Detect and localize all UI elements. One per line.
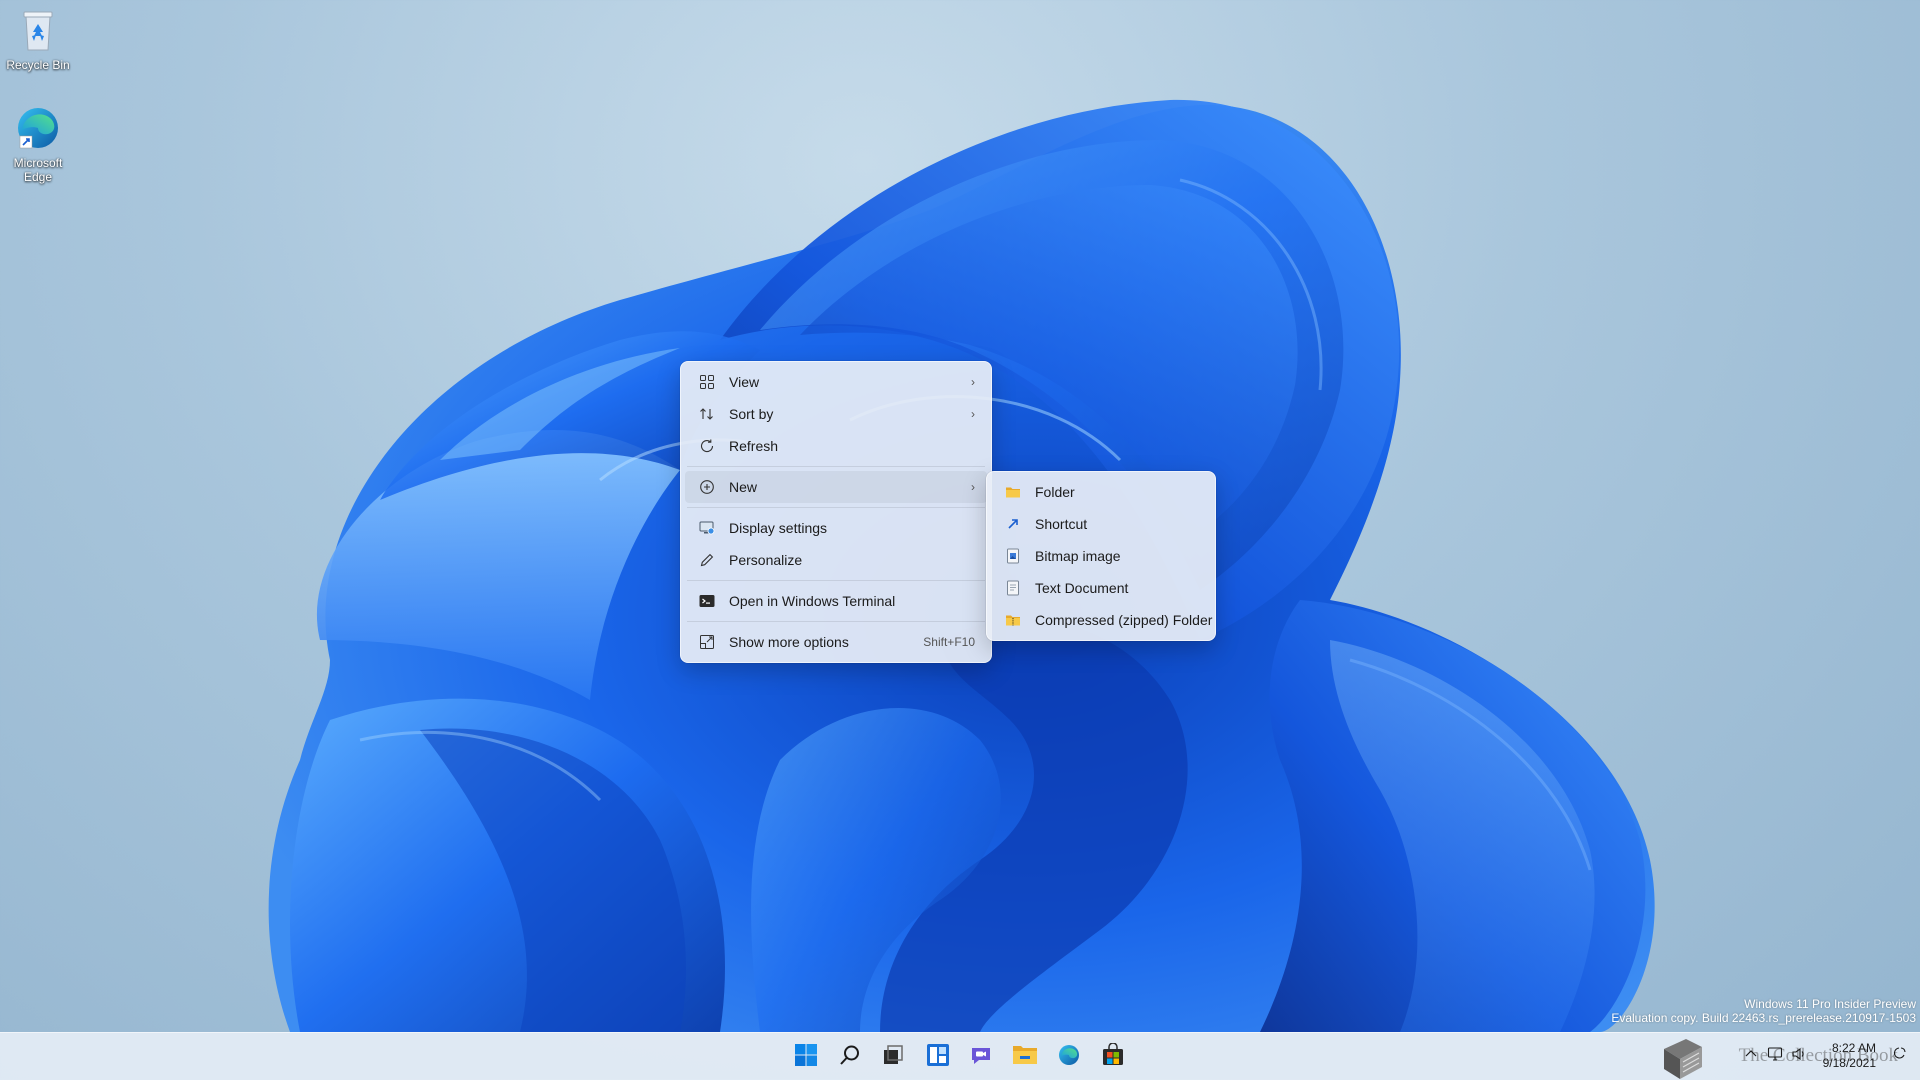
display-icon (699, 520, 715, 536)
submenu-item-bitmap-image[interactable]: Bitmap image (991, 540, 1211, 572)
show-hidden-icons-button[interactable] (1742, 1047, 1760, 1065)
chevron-right-icon: › (971, 407, 975, 421)
shortcut-icon (1005, 516, 1021, 532)
clock-time: 8:22 AM (1831, 1041, 1876, 1055)
menu-separator (687, 621, 985, 622)
pen-icon (699, 552, 715, 568)
more-options-icon (699, 634, 715, 650)
network-button[interactable] (1766, 1046, 1784, 1067)
file-explorer-button[interactable] (1005, 1039, 1045, 1075)
menu-item-label: View (729, 374, 760, 390)
terminal-icon (699, 593, 715, 609)
new-submenu: Folder Shortcut Bitmap image Text Docume… (986, 471, 1216, 641)
widgets-button[interactable] (918, 1039, 958, 1075)
book-logo-icon (1656, 1037, 1708, 1080)
chat-button[interactable] (961, 1039, 1001, 1075)
submenu-item-text-document[interactable]: Text Document (991, 572, 1211, 604)
menu-item-personalize[interactable]: Personalize (685, 544, 987, 576)
plus-circle-icon (699, 479, 715, 495)
menu-item-label: New (729, 479, 758, 495)
refresh-icon (699, 438, 715, 454)
desktop-context-menu: View › Sort by › Refresh New › Display s… (680, 361, 992, 663)
chat-icon (969, 1043, 993, 1072)
store-button[interactable] (1093, 1039, 1133, 1075)
menu-item-show-more-options[interactable]: Show more options Shift+F10 (685, 626, 987, 658)
notification-icon (1891, 1046, 1907, 1067)
desktop-icon-label: Microsoft Edge (13, 156, 63, 184)
bitmap-icon (1005, 548, 1021, 564)
menu-item-label: Compressed (zipped) Folder (1035, 612, 1213, 628)
store-icon (1101, 1041, 1125, 1072)
grid-view-icon (699, 374, 715, 390)
menu-item-open-terminal[interactable]: Open in Windows Terminal (685, 585, 987, 617)
menu-item-label: Personalize (729, 552, 803, 568)
menu-item-label: Refresh (729, 438, 779, 454)
taskbar-clock[interactable]: 8:22 AM 9/18/2021 (1823, 1041, 1876, 1071)
build-watermark: Windows 11 Pro Insider Preview Evaluatio… (1611, 997, 1916, 1025)
volume-button[interactable] (1790, 1047, 1808, 1065)
menu-separator (687, 466, 985, 467)
task-view-button[interactable] (873, 1039, 913, 1075)
keyboard-shortcut: Shift+F10 (923, 635, 975, 649)
desktop-icon-label: Recycle Bin (6, 58, 70, 72)
system-tray: The Collection Book 8:22 AM 9/18/2021 (1660, 1033, 1920, 1080)
chevron-right-icon: › (971, 375, 975, 389)
menu-item-label: Folder (1035, 484, 1075, 500)
menu-item-label: Show more options (729, 634, 849, 650)
taskbar: The Collection Book 8:22 AM 9/18/2021 (0, 1032, 1920, 1080)
start-icon (794, 1043, 818, 1072)
menu-item-refresh[interactable]: Refresh (685, 430, 987, 462)
edge-icon (14, 104, 62, 152)
folder-icon (1005, 484, 1021, 500)
chevron-up-icon (1744, 1047, 1758, 1066)
menu-item-label: Bitmap image (1035, 548, 1121, 564)
notifications-button[interactable] (1890, 1046, 1908, 1067)
submenu-item-compressed-folder[interactable]: Compressed (zipped) Folder (991, 604, 1213, 636)
desktop-icon-microsoft-edge[interactable]: Microsoft Edge (0, 104, 76, 184)
edge-icon (1057, 1043, 1081, 1072)
menu-item-label: Sort by (729, 406, 774, 422)
edge-taskbar-button[interactable] (1049, 1039, 1089, 1075)
watermark-build: Evaluation copy. Build 22463.rs_prerelea… (1611, 1011, 1916, 1025)
submenu-item-folder[interactable]: Folder (991, 476, 1211, 508)
menu-item-label: Shortcut (1035, 516, 1088, 532)
menu-item-label: Open in Windows Terminal (729, 593, 896, 609)
search-button[interactable] (830, 1039, 870, 1075)
task-view-icon (882, 1044, 904, 1071)
clock-date: 9/18/2021 (1822, 1056, 1876, 1070)
widgets-icon (926, 1043, 950, 1072)
text-document-icon (1005, 580, 1021, 596)
desktop-icon-recycle-bin[interactable]: Recycle Bin (0, 6, 76, 72)
sort-icon (699, 406, 715, 422)
submenu-item-shortcut[interactable]: Shortcut (991, 508, 1211, 540)
recycle-bin-icon (14, 6, 62, 54)
menu-separator (687, 507, 985, 508)
menu-item-label: Text Document (1035, 580, 1129, 596)
start-button[interactable] (786, 1039, 826, 1075)
chevron-right-icon: › (971, 480, 975, 494)
volume-icon (1791, 1046, 1807, 1067)
network-icon (1767, 1046, 1783, 1067)
zip-folder-icon (1005, 612, 1021, 628)
search-icon (839, 1044, 861, 1071)
menu-item-view[interactable]: View › (685, 366, 987, 398)
file-explorer-icon (1012, 1043, 1038, 1072)
menu-item-label: Display settings (729, 520, 828, 536)
watermark-edition: Windows 11 Pro Insider Preview (1744, 997, 1916, 1011)
menu-item-sort-by[interactable]: Sort by › (685, 398, 987, 430)
menu-item-new[interactable]: New › (685, 471, 987, 503)
menu-item-display-settings[interactable]: Display settings (685, 512, 987, 544)
menu-separator (687, 580, 985, 581)
